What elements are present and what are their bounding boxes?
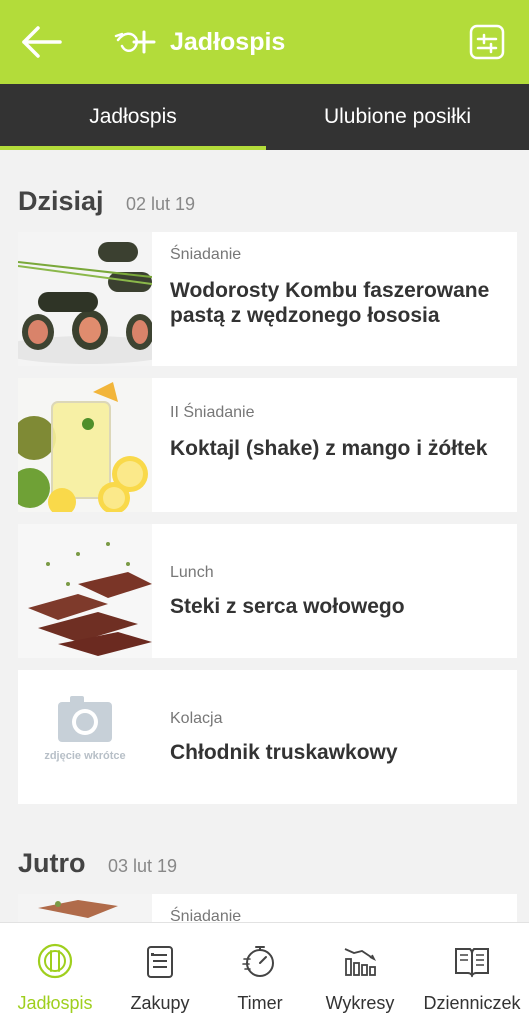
nav-jadlospis[interactable]: Jadłospis	[0, 923, 110, 1025]
nav-label: Timer	[237, 993, 283, 1013]
bar-chart-icon	[342, 943, 378, 979]
meal-photo-placeholder: zdjęcie wkrótce	[18, 670, 152, 804]
day-date: 03 lut 19	[107, 856, 178, 876]
nav-dzienniczek[interactable]: Dzienniczek	[415, 923, 529, 1025]
meal-photo	[18, 524, 152, 658]
meal-photo	[18, 232, 152, 366]
active-tab-indicator	[0, 146, 266, 150]
meal-type: Śniadanie	[170, 908, 242, 922]
day-date: 02 lut 19	[126, 194, 196, 214]
logo-icon	[114, 22, 158, 62]
meal-photo	[18, 894, 152, 922]
meal-card[interactable]: zdjęcie wkrótce Kolacja Chłodnik truskaw…	[18, 670, 517, 804]
day-header-tomorrow: Jutro 03 lut 19	[18, 848, 177, 882]
nav-zakupy[interactable]: Zakupy	[110, 923, 210, 1025]
meal-type: Lunch	[170, 564, 214, 581]
journal-icon	[454, 943, 490, 979]
tab-ulubione-posilki[interactable]: Ulubione posiłki	[266, 84, 529, 150]
app-bar: Jadłospis	[0, 0, 529, 84]
meal-card[interactable]: Śniadanie Wodorosty Kombu faszerowane pa…	[18, 232, 517, 366]
day-header-today: Dzisiaj 02 lut 19	[18, 186, 195, 220]
nav-label: Zakupy	[130, 993, 190, 1013]
bottom-navigation: Jadłospis Zakupy Timer Wykresy Dziennicz…	[0, 922, 529, 1025]
meal-photo	[18, 378, 152, 512]
plate-cutlery-icon	[37, 943, 73, 979]
tab-bar: Jadłospis Ulubione posiłki	[0, 84, 529, 150]
meal-type: II Śniadanie	[170, 404, 255, 421]
tab-jadlospis[interactable]: Jadłospis	[0, 84, 266, 150]
meal-type: Kolacja	[170, 710, 223, 727]
nav-timer[interactable]: Timer	[210, 923, 310, 1025]
meal-name: Koktajl (shake) z mango i żółtek	[170, 437, 488, 460]
nav-label: Dzienniczek	[423, 993, 521, 1013]
filter-icon[interactable]	[468, 22, 506, 62]
photo-placeholder-text: zdjęcie wkrótce	[44, 750, 126, 762]
meal-card[interactable]: II Śniadanie Koktajl (shake) z mango i ż…	[18, 378, 517, 512]
page-title: Jadłospis	[170, 28, 286, 56]
meal-name: Chłodnik truskawkowy	[170, 741, 398, 764]
shopping-list-icon	[142, 943, 178, 979]
timer-icon	[242, 943, 278, 979]
nav-label: Jadłospis	[17, 993, 93, 1013]
day-title: Dzisiaj	[18, 186, 104, 216]
meal-name: Steki z serca wołowego	[170, 595, 405, 618]
meal-type: Śniadanie	[170, 246, 242, 263]
day-title: Jutro	[18, 848, 86, 878]
meal-card[interactable]: Śniadanie	[18, 894, 517, 922]
meal-card[interactable]: Lunch Steki z serca wołowego	[18, 524, 517, 658]
nav-wykresy[interactable]: Wykresy	[310, 923, 410, 1025]
nav-label: Wykresy	[325, 993, 395, 1013]
meal-name: Wodorosty Kombu faszerowane pastą z wędz…	[170, 279, 490, 327]
back-arrow-icon[interactable]	[20, 22, 64, 62]
